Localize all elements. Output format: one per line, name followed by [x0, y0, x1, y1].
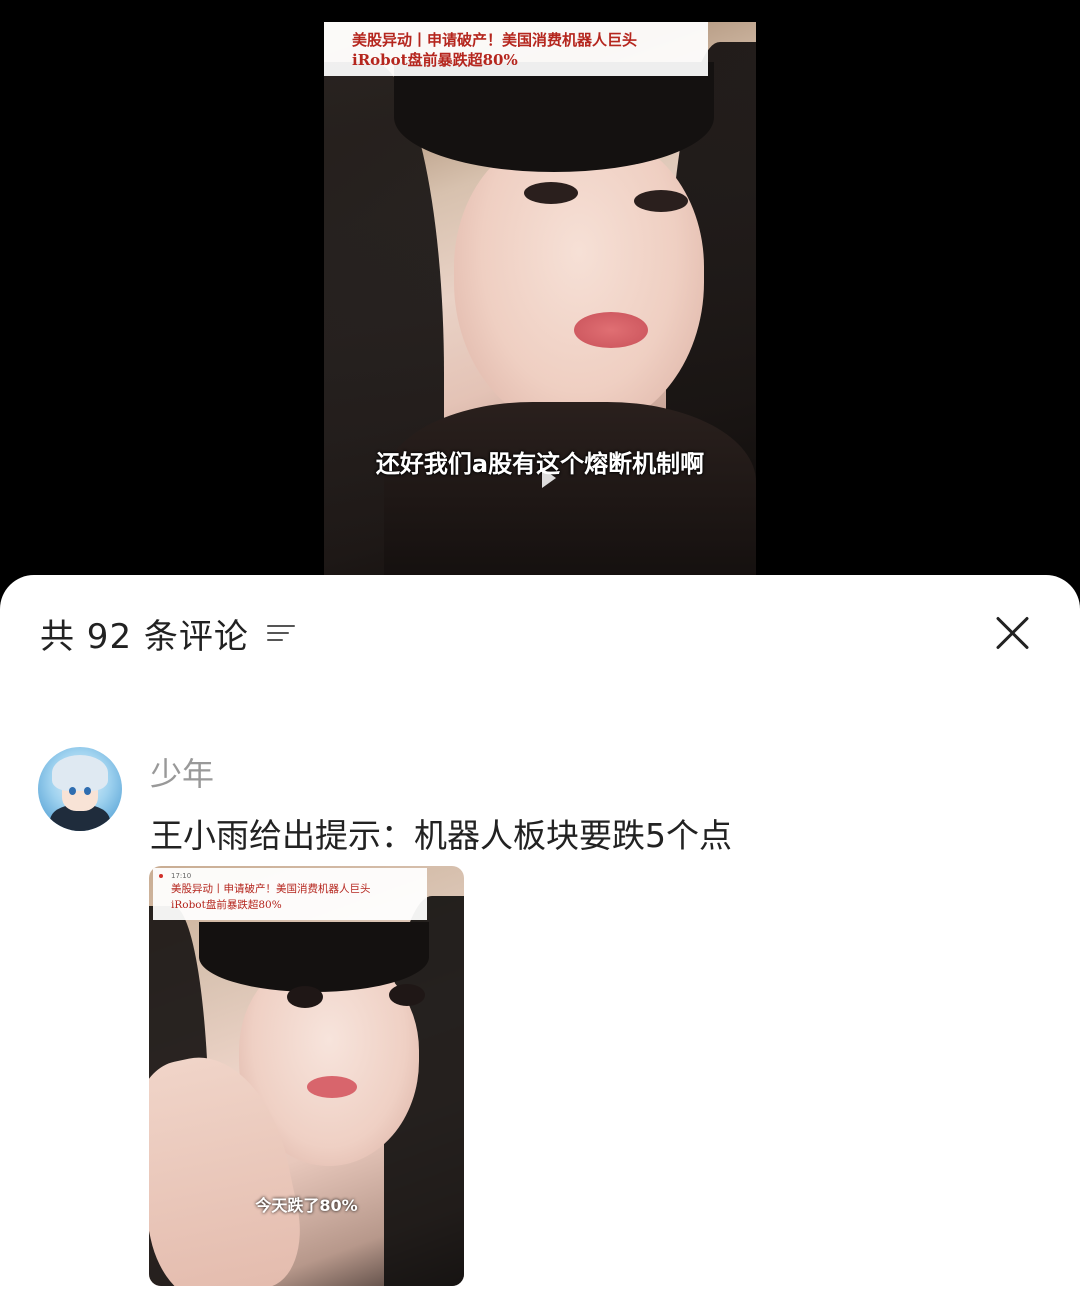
comment-count: 共 92 条评论 [40, 616, 249, 657]
comment-image-time: 17:10 [171, 872, 427, 881]
play-icon[interactable] [542, 468, 556, 488]
video-frame-face [454, 132, 704, 432]
comment-username[interactable]: 少年 [150, 749, 214, 795]
comment-sheet: 共 92 条评论 少年 王小雨给出提示：机器人板块要跌5个点 17:10 美股异… [0, 575, 1080, 1294]
news-headline-line: iRobot盘前暴跌超80% [352, 51, 518, 69]
comment-image-subtitle: 今天跌了80% [255, 1196, 358, 1215]
comment-image-headline: 17:10 美股异动丨申请破产！美国消费机器人巨头 iRobot盘前暴跌超80% [153, 868, 427, 920]
comment-image-headline-line: 美股异动丨申请破产！美国消费机器人巨头 [171, 883, 371, 895]
screen: 美股异动丨申请破产！美国消费机器人巨头 iRobot盘前暴跌超80% 还好我们a… [0, 0, 1080, 1294]
close-icon[interactable] [994, 615, 1030, 651]
avatar[interactable] [38, 747, 122, 831]
video-player[interactable]: 美股异动丨申请破产！美国消费机器人巨头 iRobot盘前暴跌超80% 还好我们a… [324, 22, 756, 578]
comment-image-headline-line: iRobot盘前暴跌超80% [171, 899, 282, 911]
comment-sheet-header: 共 92 条评论 [40, 611, 297, 657]
news-headline-line: 美股异动丨申请破产！美国消费机器人巨头 [352, 31, 638, 49]
video-subtitle: 还好我们a股有这个熔断机制啊 [375, 450, 705, 478]
news-headline-card: 美股异动丨申请破产！美国消费机器人巨头 iRobot盘前暴跌超80% [324, 22, 708, 76]
comment-image[interactable]: 17:10 美股异动丨申请破产！美国消费机器人巨头 iRobot盘前暴跌超80%… [149, 866, 464, 1286]
sort-lines-icon[interactable] [266, 621, 297, 645]
comment-text: 王小雨给出提示：机器人板块要跌5个点 [150, 816, 732, 855]
